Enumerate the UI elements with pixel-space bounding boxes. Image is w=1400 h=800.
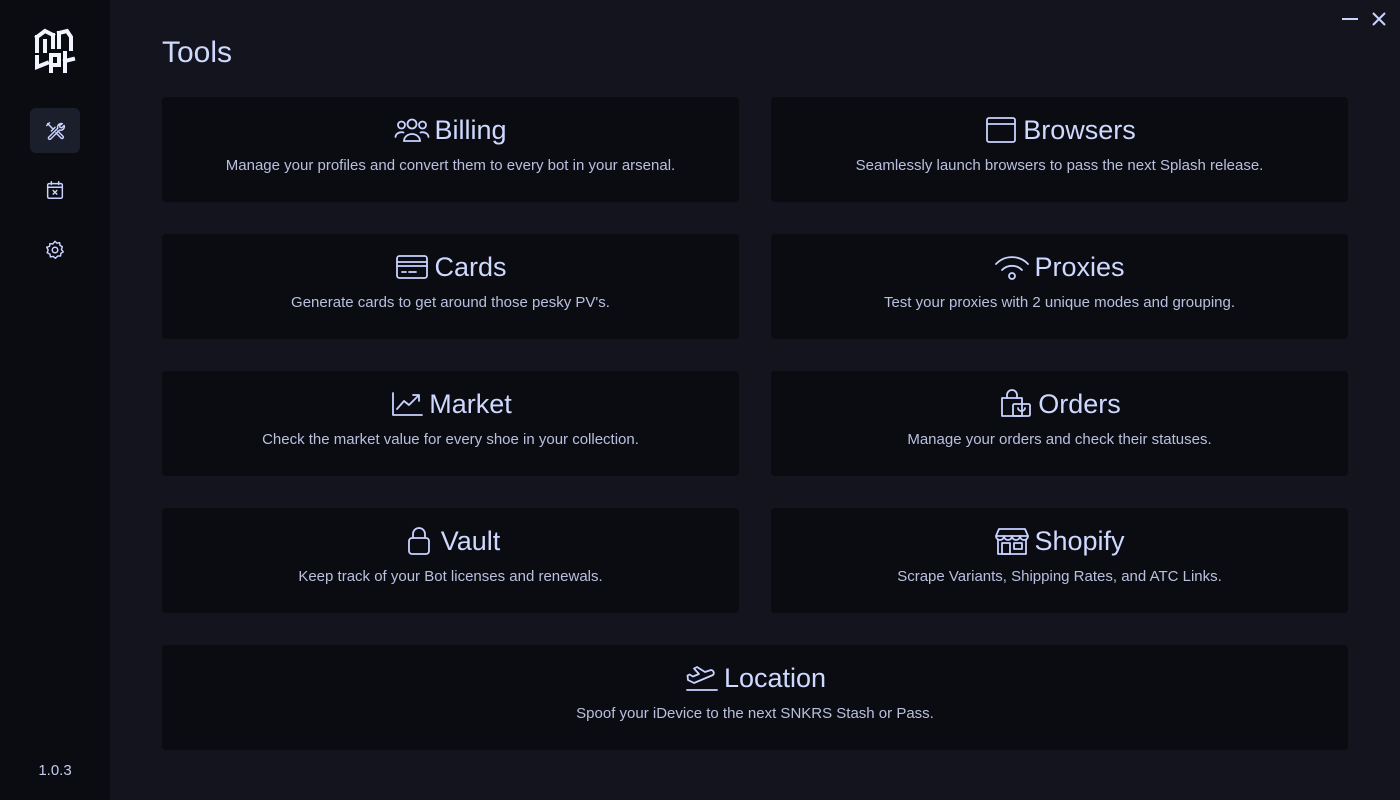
card-title: Billing: [434, 114, 507, 145]
card-description: Generate cards to get around those pesky…: [291, 294, 610, 311]
sidebar-item-settings[interactable]: [30, 227, 80, 272]
card-header: Orders: [771, 387, 1348, 421]
card-title: Orders: [1038, 388, 1121, 419]
minimize-button[interactable]: [1340, 9, 1360, 29]
card-header: Vault: [162, 524, 739, 558]
tool-card-billing[interactable]: Billing Manage your profiles and convert…: [162, 97, 739, 202]
plane-takeoff-icon: [686, 666, 718, 691]
trending-up-icon: [392, 392, 424, 416]
tool-card-vault[interactable]: Vault Keep track of your Bot licenses an…: [162, 508, 739, 613]
shopping-bag-icon: [1001, 389, 1032, 417]
card-header: Browsers: [771, 113, 1348, 147]
card-title: Proxies: [1034, 251, 1125, 282]
tool-card-cards[interactable]: Cards Generate cards to get around those…: [162, 234, 739, 339]
card-title: Cards: [434, 251, 507, 282]
card-description: Scrape Variants, Shipping Rates, and ATC…: [897, 568, 1222, 585]
card-header: Billing: [162, 113, 739, 147]
minus-icon: [1342, 18, 1358, 20]
card-header: Location: [162, 661, 1348, 695]
page-title: Tools: [162, 36, 233, 69]
tools-icon: [46, 121, 66, 140]
tool-card-market[interactable]: Market Check the market value for every …: [162, 371, 739, 476]
card-title: Shopify: [1034, 525, 1125, 556]
browser-window-icon: [986, 117, 1017, 143]
app-version: 1.0.3: [38, 762, 72, 779]
sidebar-item-calendar[interactable]: [30, 167, 80, 212]
tool-card-orders[interactable]: Orders Manage your orders and check thei…: [771, 371, 1348, 476]
tool-card-browsers[interactable]: Browsers Seamlessly launch browsers to p…: [771, 97, 1348, 202]
card-title: Browsers: [1023, 114, 1136, 145]
card-header: Market: [162, 387, 739, 421]
card-description: Manage your profiles and convert them to…: [225, 157, 676, 174]
card-description: Manage your orders and check their statu…: [907, 431, 1212, 448]
card-title: Vault: [440, 525, 501, 556]
tool-card-shopify[interactable]: Shopify Scrape Variants, Shipping Rates,…: [771, 508, 1348, 613]
card-description: Keep track of your Bot licenses and rene…: [298, 568, 603, 585]
x-icon: [1372, 12, 1386, 26]
card-title: Market: [429, 388, 512, 419]
credit-card-icon: [396, 255, 429, 279]
tool-card-proxies[interactable]: Proxies Test your proxies with 2 unique …: [771, 234, 1348, 339]
gear-icon: [46, 240, 64, 259]
sidebar-item-tools[interactable]: [30, 108, 80, 153]
lock-icon: [407, 527, 430, 555]
card-header: Cards: [162, 250, 739, 284]
sidebar: 1.0.3: [0, 0, 110, 800]
card-header: Proxies: [771, 250, 1348, 284]
storefront-icon: [995, 528, 1030, 555]
wifi-icon: [995, 256, 1030, 280]
card-header: Shopify: [771, 524, 1348, 558]
close-button[interactable]: [1369, 9, 1389, 29]
app-window: 1.0.3 Tools Billing Manage your profiles…: [0, 0, 1400, 800]
card-description: Spoof your iDevice to the next SNKRS Sta…: [576, 705, 934, 722]
users-icon: [395, 118, 430, 142]
card-title: Location: [723, 662, 827, 693]
card-description: Seamlessly launch browsers to pass the n…: [855, 157, 1264, 174]
calendar-x-icon: [46, 180, 64, 199]
card-description: Check the market value for every shoe in…: [262, 431, 639, 448]
card-description: Test your proxies with 2 unique modes an…: [883, 294, 1236, 311]
brand-logo: [34, 28, 76, 73]
tool-card-location[interactable]: Location Spoof your iDevice to the next …: [162, 645, 1348, 750]
